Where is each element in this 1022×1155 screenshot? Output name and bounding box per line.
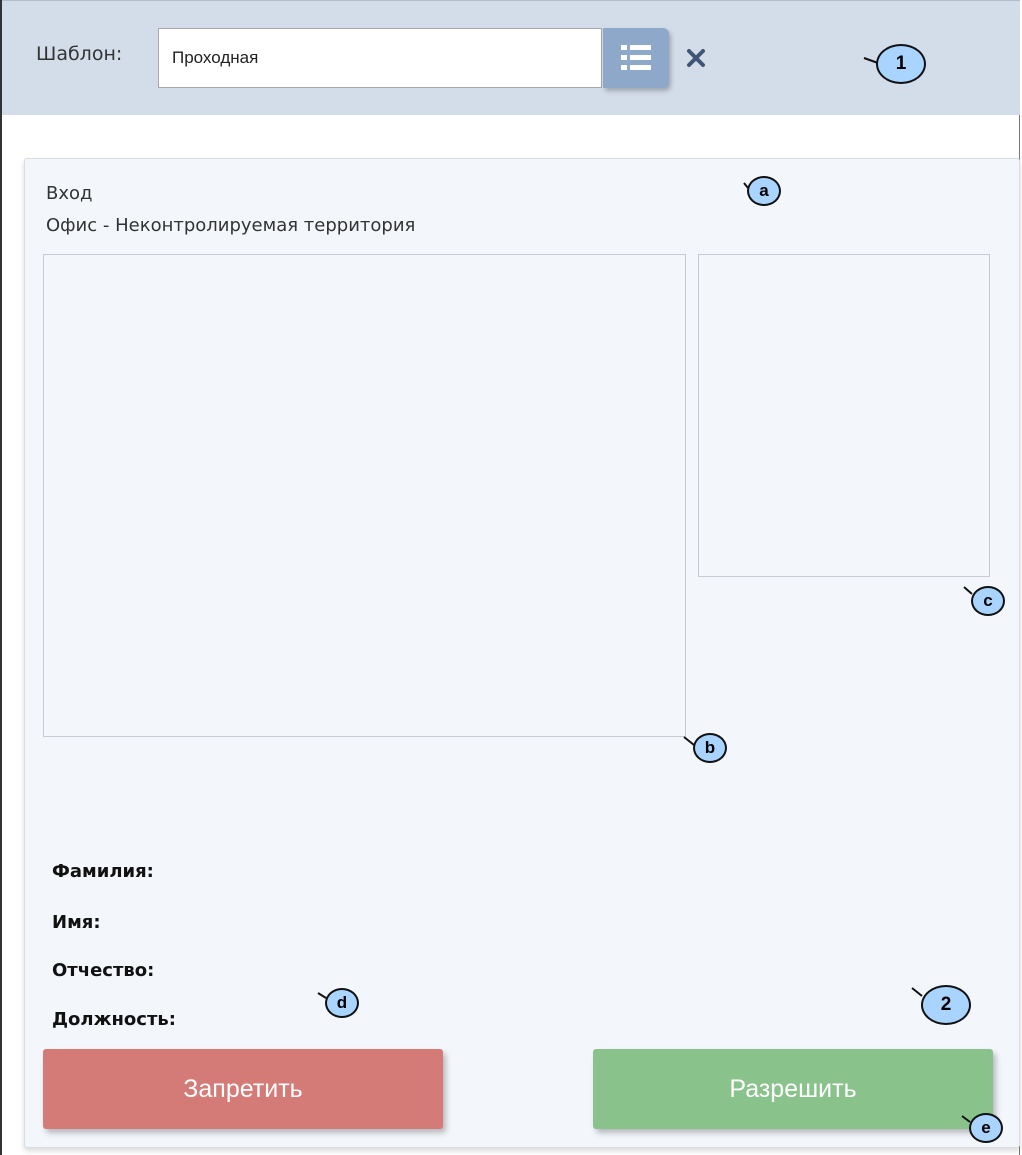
callout-c: c (971, 586, 1005, 616)
callout-e: e (969, 1113, 1003, 1143)
callout-2: 2 (921, 985, 971, 1025)
callout-d: d (325, 988, 359, 1018)
callout-b: b (693, 733, 727, 763)
leader-2 (911, 987, 923, 997)
callout-a: a (747, 176, 781, 206)
callout-leaders (317, 57, 973, 1123)
callout-1: 1 (876, 44, 926, 84)
leader-e (961, 1115, 971, 1123)
leader-d (317, 992, 327, 999)
leader-c (963, 586, 973, 595)
